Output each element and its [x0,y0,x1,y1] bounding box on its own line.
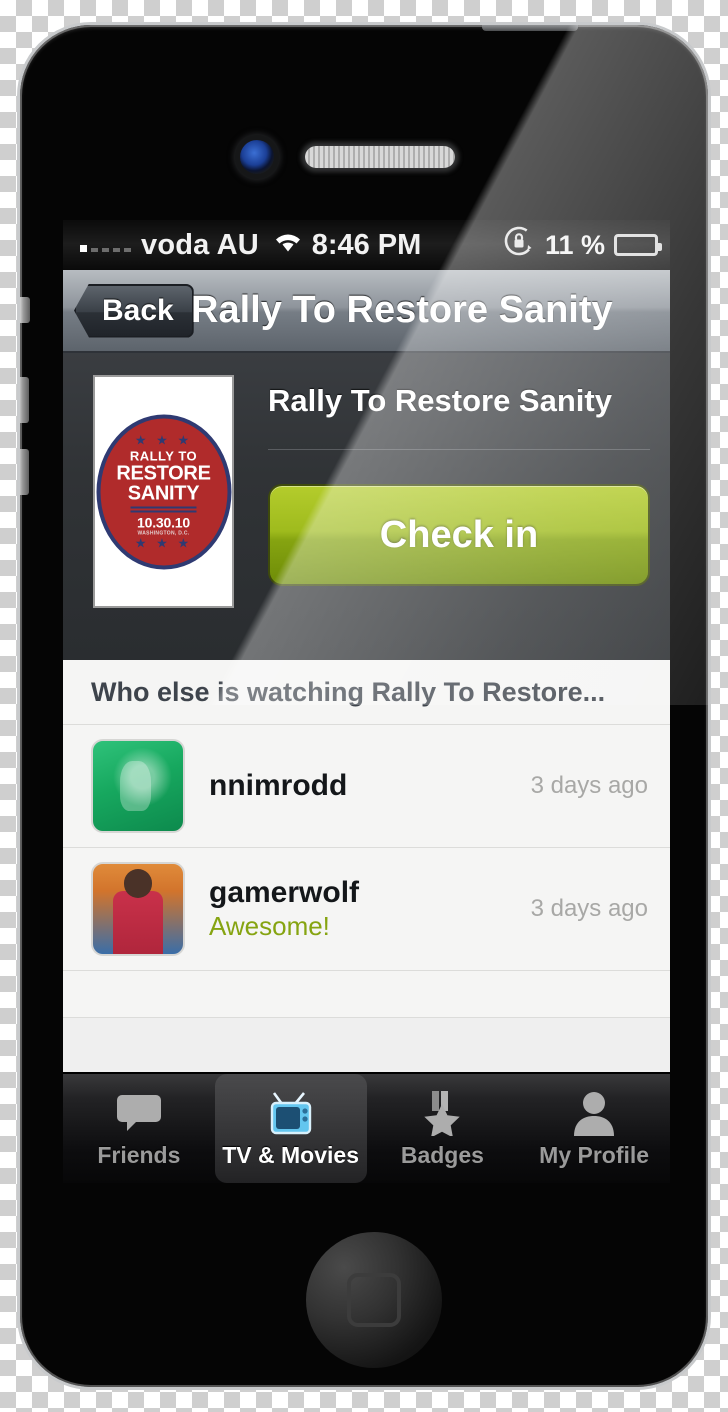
tab-label: TV & Movies [222,1141,359,1168]
phone-screen: voda AU 8:46 PM 11 % Back Rally To Resto… [63,220,670,1183]
status-bar-right: 11 % [502,224,662,266]
divider [268,449,650,450]
tab-badges[interactable]: Badges [367,1074,519,1183]
rotation-lock-icon [502,224,536,266]
avatar [91,862,185,956]
front-camera [240,140,274,174]
list-item-text: gamerwolf Awesome! [209,876,519,943]
show-poster-image[interactable]: ★ ★ ★ RALLY TO RESTORE SANITY 10.30.10 W… [93,375,234,608]
status-bar: voda AU 8:46 PM 11 % [63,220,670,270]
detail-content: Rally To Restore Sanity Check in [268,375,650,660]
person-icon [571,1089,617,1137]
show-detail-panel: ★ ★ ★ RALLY TO RESTORE SANITY 10.30.10 W… [63,353,670,660]
poster-stars-bottom: ★ ★ ★ [134,535,193,551]
poster-stars-top: ★ ★ ★ [134,432,193,448]
poster-stripes [130,506,197,514]
battery-percent-label: 11 % [544,229,605,260]
poster-line2: RESTORE [116,462,211,485]
earpiece-speaker [305,146,455,168]
battery-icon [614,234,662,256]
signal-strength-icon [80,238,131,252]
check-in-button[interactable]: Check in [268,484,650,586]
username-label: nnimrodd [209,769,348,803]
poster-line1: RALLY TO [129,448,198,464]
home-button-square-icon [347,1273,401,1327]
wifi-icon [273,229,303,262]
poster-line3: SANITY [127,482,200,505]
page-title: Rally To Restore Sanity [191,289,613,331]
television-icon [265,1089,317,1137]
medal-star-icon [418,1089,466,1137]
list-bottom-spacer [63,971,670,1018]
list-item-text: nnimrodd [209,769,519,803]
avatar [91,739,185,833]
speech-bubble-icon [115,1089,163,1137]
tab-tv-and-movies[interactable]: TV & Movies [214,1074,367,1183]
poster-date: 10.30.10 [137,514,190,531]
volume-down-button[interactable] [20,449,29,495]
show-title: Rally To Restore Sanity [268,383,612,418]
tab-my-profile[interactable]: My Profile [518,1074,670,1183]
watchers-list: Who else is watching Rally To Restore...… [63,660,670,1018]
poster-seal: ★ ★ ★ RALLY TO RESTORE SANITY 10.30.10 W… [96,414,231,569]
check-in-label: Check in [379,513,539,556]
mute-switch[interactable] [20,297,30,323]
list-item[interactable]: nnimrodd 3 days ago [63,725,670,848]
timestamp-label: 3 days ago [530,895,648,922]
tab-label: My Profile [539,1141,650,1168]
username-label: gamerwolf [209,875,360,909]
navigation-bar: Back Rally To Restore Sanity [63,270,670,353]
tab-bar: Friends TV & Movies Badges My Profile [63,1072,670,1183]
tab-label: Friends [97,1141,181,1168]
status-bar-left: voda AU [80,229,303,262]
back-button[interactable]: Back [74,283,194,338]
timestamp-label: 3 days ago [530,772,648,799]
list-section-header: Who else is watching Rally To Restore... [63,660,670,725]
iphone-device-frame: voda AU 8:46 PM 11 % Back Rally To Resto… [17,22,711,1390]
home-button[interactable] [306,1232,442,1368]
list-item[interactable]: gamerwolf Awesome! 3 days ago [63,848,670,971]
carrier-label: voda AU [141,228,259,261]
tab-friends[interactable]: Friends [63,1074,215,1183]
volume-up-button[interactable] [20,377,29,423]
power-button[interactable] [482,25,578,31]
back-button-label: Back [102,293,174,327]
comment-label: Awesome! [209,911,330,942]
tab-label: Badges [400,1141,484,1168]
